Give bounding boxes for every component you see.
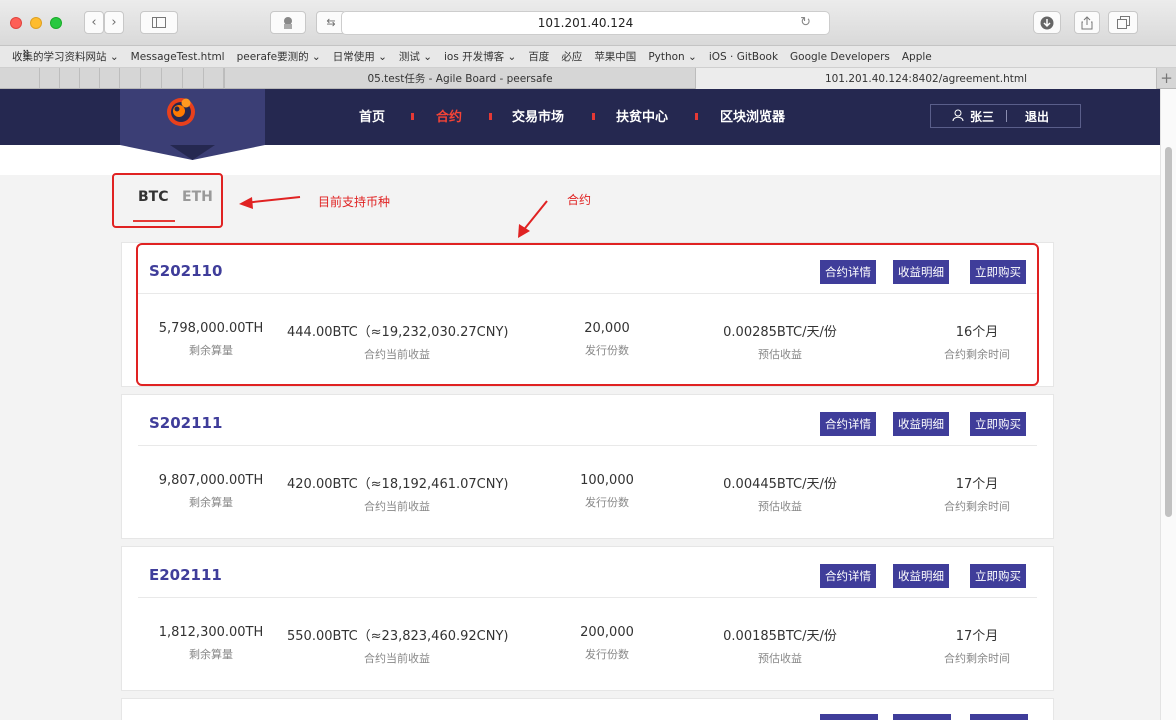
arrow-to-coins (239, 196, 301, 209)
annotation-arrows (239, 196, 548, 238)
arrow-to-contract (518, 200, 548, 238)
